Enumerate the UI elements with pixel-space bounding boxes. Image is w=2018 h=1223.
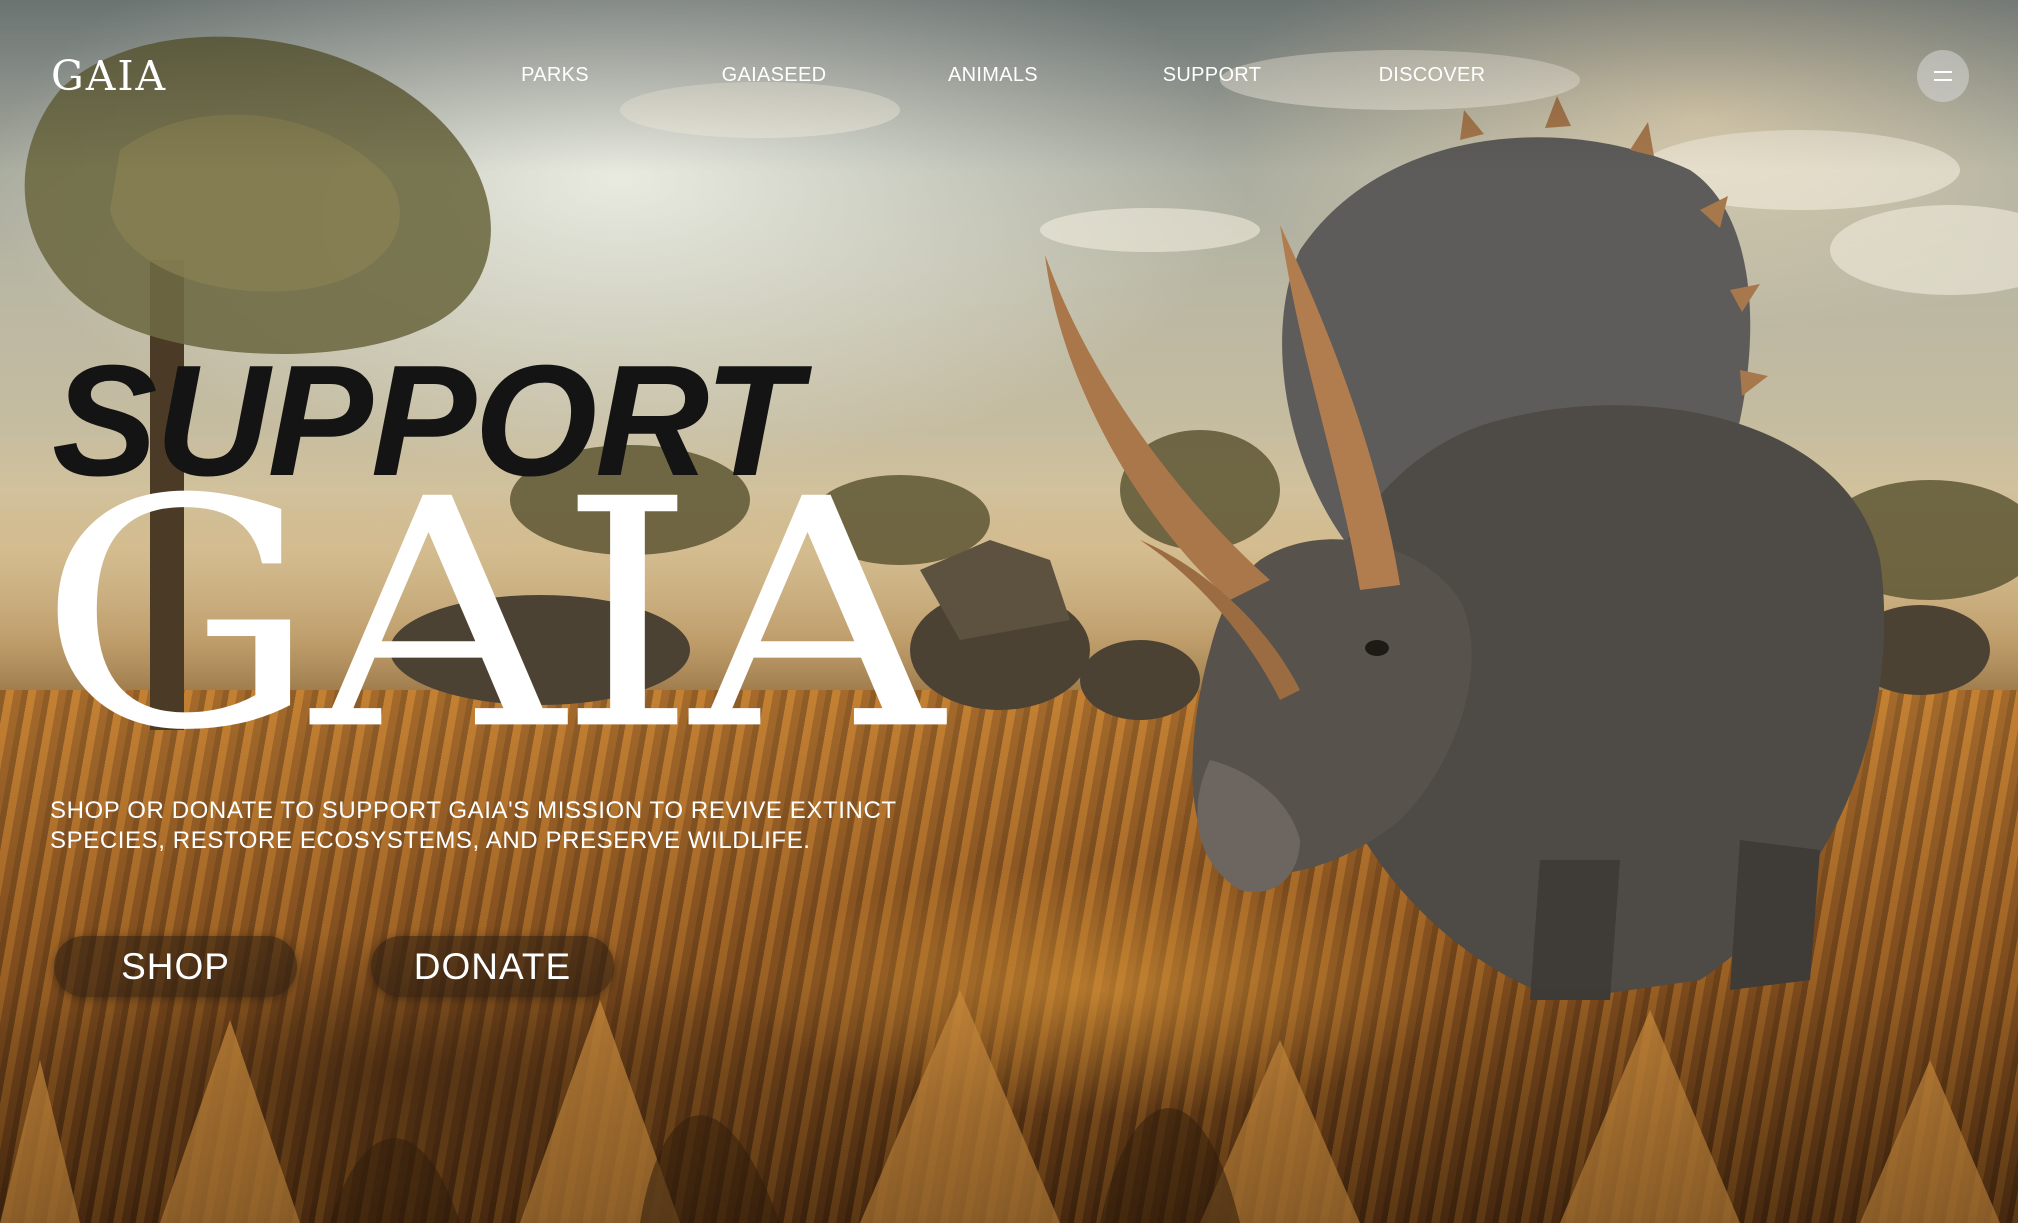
nav-link-parks[interactable]: PARKS (521, 64, 589, 87)
nav-link-animals[interactable]: ANIMALS (948, 64, 1038, 87)
nav-link-discover[interactable]: DISCOVER (1379, 64, 1486, 87)
shop-button[interactable]: SHOP (54, 936, 297, 997)
nav-links: PARKS GAIASEED ANIMALS SUPPORT DISCOVER (0, 64, 2018, 92)
hamburger-menu-icon (1934, 71, 1952, 81)
hero-title: GAIA (38, 431, 943, 800)
nav-link-gaiaseed[interactable]: GAIASEED (722, 64, 827, 87)
nav-link-support[interactable]: SUPPORT (1163, 64, 1261, 87)
hero-description: SHOP OR DONATE TO SUPPORT GAIA'S MISSION… (50, 797, 897, 854)
donate-button[interactable]: DONATE (371, 936, 614, 997)
top-navigation: GAIA PARKS GAIASEED ANIMALS SUPPORT DISC… (0, 0, 2018, 150)
menu-button[interactable] (1917, 50, 1969, 102)
